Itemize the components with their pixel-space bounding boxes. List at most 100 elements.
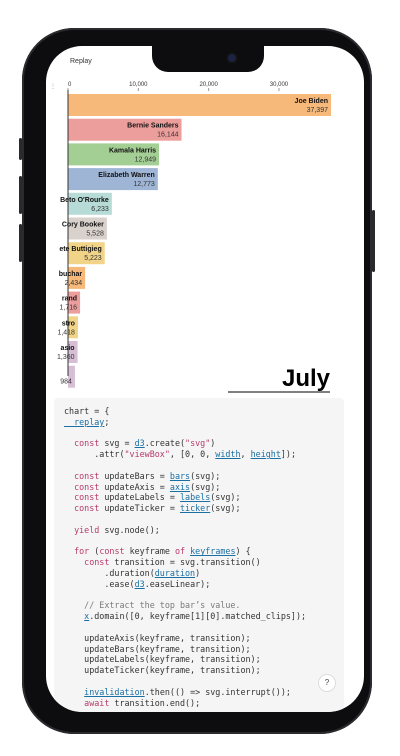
ticker-label: July bbox=[282, 365, 331, 392]
code-reference[interactable]: height bbox=[251, 449, 281, 459]
code-line: const updateBars = bars(svg); bbox=[64, 471, 334, 482]
code-text: .easeLinear); bbox=[144, 578, 211, 589]
phone-screen: Replay ⋮ 0 10,000 20,000 30,000 Joe Biden 37… bbox=[46, 46, 364, 712]
code-line: invalidation.then(() => svg.interrupt())… bbox=[64, 687, 334, 698]
bar-value-label: 1,360 bbox=[57, 354, 75, 361]
code-line: updateLabels(keyframe, transition); bbox=[64, 654, 334, 665]
code-keyword: await bbox=[64, 697, 115, 708]
bar-name-label: Bernie Sanders bbox=[127, 123, 178, 130]
code-reference[interactable]: d3 bbox=[135, 438, 145, 448]
code-line: updateAxis(keyframe, transition); bbox=[64, 633, 334, 644]
code-line: replay; bbox=[64, 417, 334, 428]
bar-value-label: 984 bbox=[60, 379, 72, 386]
volume-down-button bbox=[19, 224, 22, 262]
bars bbox=[67, 90, 331, 388]
code-reference[interactable]: width bbox=[215, 449, 240, 459]
code-text: ) bbox=[210, 438, 216, 449]
code-keyword: "viewBox" bbox=[124, 449, 170, 460]
bar-name-label: Beto O'Rourke bbox=[60, 197, 109, 204]
code-line: const updateAxis = axis(svg); bbox=[64, 482, 334, 493]
code-reference[interactable]: labels bbox=[180, 492, 210, 502]
code-cell[interactable]: chart = { replay; const svg = d3.create(… bbox=[54, 398, 344, 712]
code-text: .domain([0, keyframe[1][0].matched_clips… bbox=[89, 611, 307, 622]
volume-up-button bbox=[19, 176, 22, 214]
code-line: const updateTicker = ticker(svg); bbox=[64, 503, 334, 514]
code-text: .attr( bbox=[64, 449, 125, 460]
code-text: (svg); bbox=[190, 481, 221, 492]
bar-value-label: 12,773 bbox=[133, 181, 155, 188]
x-tick-label: 10,000 bbox=[129, 82, 148, 88]
code-keyword: "svg" bbox=[185, 438, 211, 449]
code-text: (svg); bbox=[210, 503, 241, 514]
bar-value-label: 12,949 bbox=[135, 156, 157, 163]
code-comment: // Extract the top bar’s value. bbox=[64, 600, 241, 611]
code-line: chart = { bbox=[64, 406, 334, 417]
bar-name-label: stro bbox=[62, 320, 75, 327]
code-reference[interactable]: ticker bbox=[180, 503, 210, 513]
code-text: ) { bbox=[235, 546, 251, 557]
code-text: .ease( bbox=[64, 578, 135, 589]
code-text: ; bbox=[104, 416, 110, 427]
help-icon[interactable]: ? bbox=[318, 674, 336, 692]
code-editor[interactable]: chart = { replay; const svg = d3.create(… bbox=[54, 398, 344, 712]
bar-value-label: 2,434 bbox=[65, 280, 83, 287]
code-text: transition.end(); bbox=[114, 697, 201, 708]
code-text: .then(() => svg.interrupt()); bbox=[144, 686, 291, 697]
code-reference[interactable]: invalidation bbox=[84, 687, 145, 697]
code-line: .ease(d3.easeLinear); bbox=[64, 579, 334, 590]
code-line: yield svg.node(); bbox=[64, 525, 334, 536]
code-reference[interactable]: axis bbox=[170, 482, 190, 492]
code-line: const transition = svg.transition() bbox=[64, 557, 334, 568]
code-text: ) bbox=[195, 567, 201, 578]
bar-name-label: Joe Biden bbox=[295, 98, 328, 105]
code-text: (svg); bbox=[210, 492, 241, 503]
code-keyword: of bbox=[174, 546, 191, 557]
bar-chart-race: 0 10,000 20,000 30,000 Joe Biden 37,397 Berni… bbox=[57, 82, 331, 393]
bar-value-label: 37,397 bbox=[307, 107, 329, 114]
code-keyword: const bbox=[64, 492, 105, 503]
bar-value-label: 6,233 bbox=[91, 206, 109, 213]
code-text: updateTicker = bbox=[104, 503, 180, 514]
bar-value-label: 16,144 bbox=[157, 132, 179, 139]
code-line: .attr("viewBox", [0, 0, width, height]); bbox=[64, 449, 334, 460]
code-reference[interactable]: d3 bbox=[135, 579, 145, 589]
side-button bbox=[19, 138, 22, 160]
code-keyword: yield bbox=[64, 524, 105, 535]
code-line: const updateLabels = labels(svg); bbox=[64, 492, 334, 503]
code-reference[interactable]: duration bbox=[155, 568, 195, 578]
code-text: updateTicker(keyframe, transition); bbox=[64, 665, 261, 676]
code-keyword: const bbox=[64, 470, 105, 481]
code-text: .create( bbox=[144, 438, 186, 449]
power-button bbox=[372, 210, 375, 272]
code-text: updateLabels(keyframe, transition); bbox=[64, 654, 261, 665]
bar-value-label: 5,528 bbox=[86, 231, 104, 238]
code-text: chart = { bbox=[64, 406, 110, 416]
bar-name-label: Kamala Harris bbox=[109, 147, 156, 154]
bar-value-label: 1,418 bbox=[57, 329, 75, 336]
bar-labels: Joe Biden 37,397 Bernie Sanders 16,144 Kamal… bbox=[57, 98, 328, 386]
code-text: ]); bbox=[280, 449, 297, 460]
bar-name-label: Elizabeth Warren bbox=[98, 172, 155, 179]
code-keyword: const bbox=[99, 546, 130, 557]
code-line: // Extract the top bar’s value. bbox=[64, 600, 334, 611]
replay-button[interactable]: Replay bbox=[70, 58, 92, 65]
code-text: .duration( bbox=[64, 567, 155, 578]
bar-name-label: ete Buttigieg bbox=[59, 246, 101, 253]
bar-name-label: Cory Booker bbox=[62, 222, 104, 229]
code-text: updateBars(keyframe, transition); bbox=[64, 643, 251, 654]
code-reference[interactable]: bars bbox=[170, 471, 190, 481]
code-reference[interactable]: keyframes bbox=[190, 546, 235, 556]
code-line: await transition.end(); bbox=[64, 698, 334, 709]
bar-name-label: rand bbox=[62, 296, 77, 303]
code-line: for (const keyframe of keyframes) { bbox=[64, 546, 334, 557]
bar-name-label: buchar bbox=[59, 271, 83, 278]
code-reference[interactable]: replay bbox=[64, 417, 104, 427]
x-tick-label: 30,000 bbox=[270, 82, 289, 88]
